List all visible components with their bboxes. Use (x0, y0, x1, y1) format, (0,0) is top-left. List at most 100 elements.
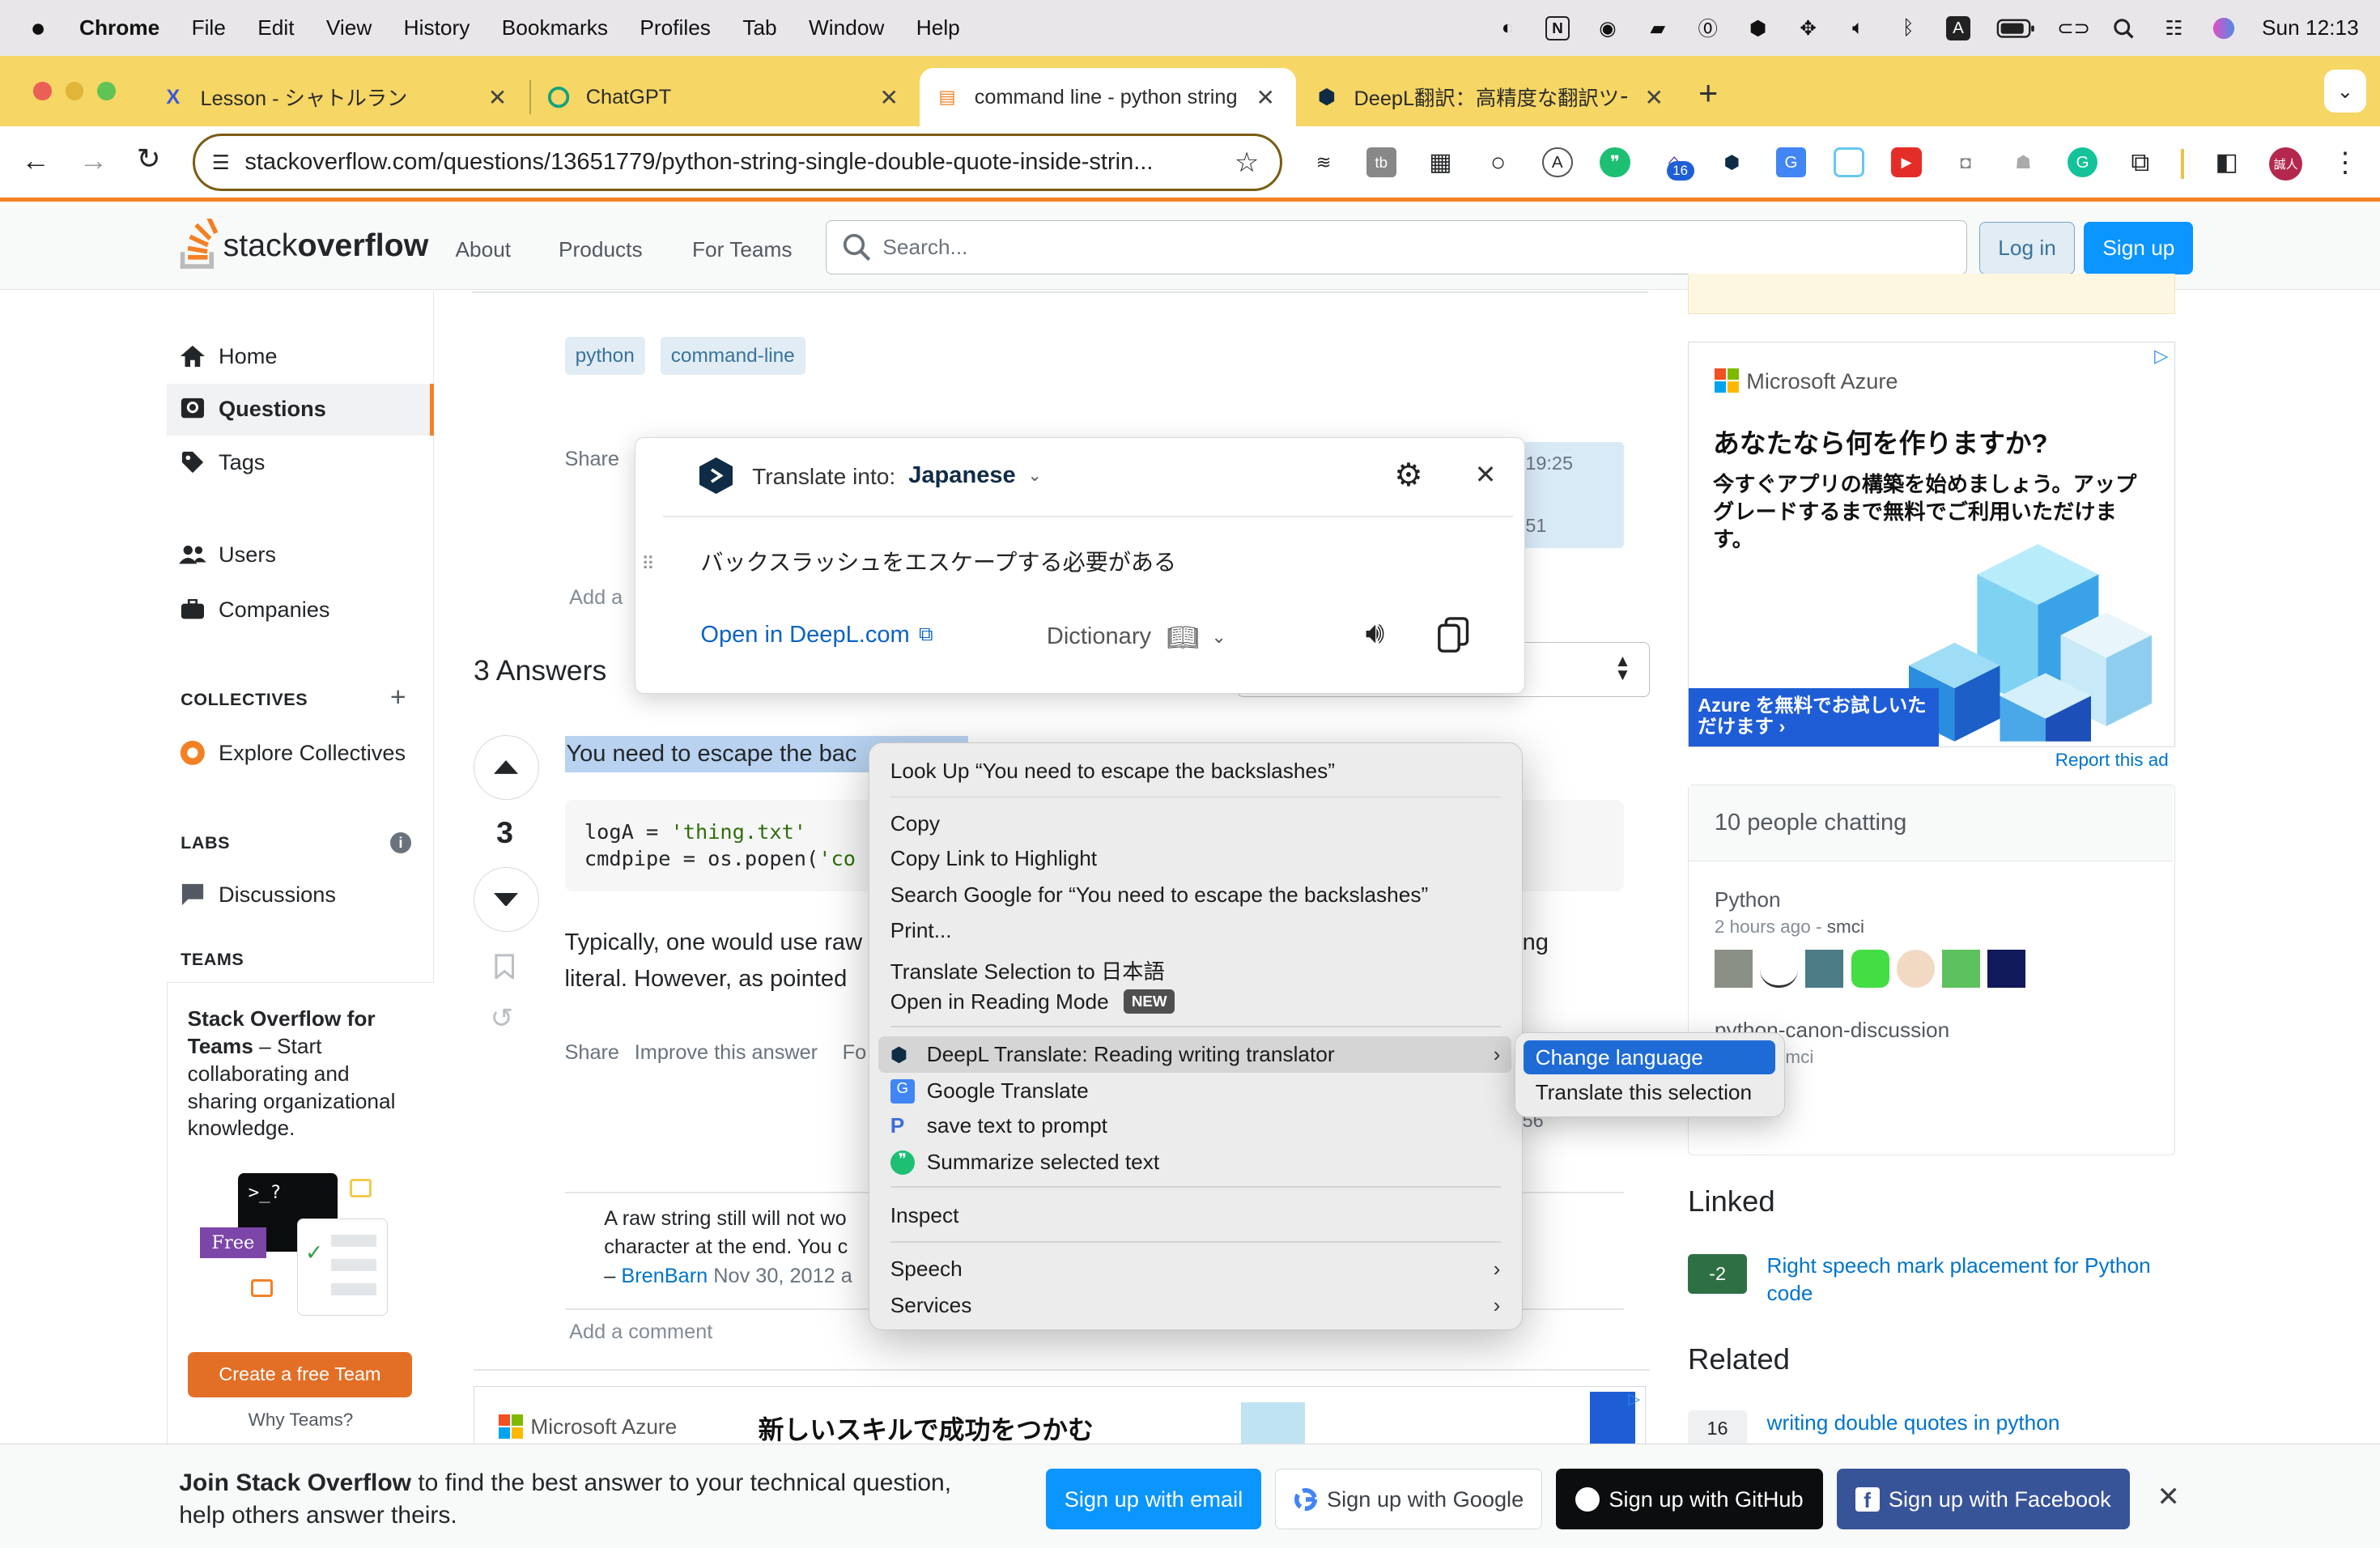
submenu-item-change-language[interactable]: Change language (1523, 1040, 1775, 1074)
open-in-deepl-link[interactable]: Open in DeepL.com ⧉ (700, 622, 933, 649)
answer-improve-link[interactable]: Improve this answer (635, 1041, 818, 1065)
ext-quote-icon[interactable]: ❞ (1600, 147, 1630, 178)
nav-about[interactable]: About (456, 237, 512, 262)
nav-home[interactable]: Home (179, 343, 277, 369)
related-question-link[interactable]: writing double quotes in python (1767, 1410, 2060, 1435)
question-add-comment[interactable]: Add a (569, 586, 623, 610)
menu-item-google-translate[interactable]: G Google Translate (890, 1078, 1089, 1104)
menubar-clock[interactable]: Sun 12:13 (2262, 15, 2359, 40)
ad-cta-bar[interactable]: Azure を無料でお試しいただけます › (1689, 688, 1940, 746)
ext-tb-icon[interactable]: tb (1366, 147, 1396, 178)
copy-icon[interactable] (1437, 617, 1470, 653)
control-center-icon[interactable]: ☷ (2161, 16, 2186, 40)
menu-item-reading-mode[interactable]: Open in Reading Mode NEW (890, 989, 1175, 1014)
ext-square-icon[interactable] (1834, 147, 1864, 178)
menu-edit[interactable]: Edit (257, 15, 294, 40)
avatar[interactable] (1851, 949, 1889, 988)
menu-view[interactable]: View (326, 15, 372, 40)
linked-question-link[interactable]: Right speech mark placement for Python c… (1767, 1252, 2177, 1308)
avatar[interactable] (1942, 949, 1980, 988)
add-collective-icon[interactable]: + (390, 682, 406, 713)
upvote-button[interactable] (474, 734, 539, 801)
menu-help[interactable]: Help (916, 15, 960, 40)
battery-icon[interactable] (1996, 16, 2036, 40)
side-panel-icon[interactable]: ◧ (2212, 147, 2242, 178)
menu-profiles[interactable]: Profiles (640, 15, 711, 40)
settings-gear-icon[interactable]: ⚙ (1394, 457, 1422, 494)
menu-file[interactable]: File (192, 15, 226, 40)
reload-button[interactable]: ↻ (137, 142, 161, 176)
tag-command-line[interactable]: command-line (660, 337, 805, 376)
tab-close-icon[interactable]: ✕ (1644, 84, 1664, 111)
spotlight-icon[interactable] (2111, 16, 2136, 40)
menu-item-search-google[interactable]: Search Google for “You need to escape th… (890, 882, 1428, 908)
tab-chatgpt[interactable]: ChatGPT ✕ (531, 68, 920, 125)
ext-robot-icon[interactable]: ☗ (2008, 147, 2039, 178)
tab-lesson[interactable]: X Lesson - シャトルラン ✕ (146, 68, 529, 125)
sidebar-ad[interactable]: Microsoft Azure ▷ あなたなら何を作りますか? 今すぐアプリの構… (1688, 341, 2175, 747)
menu-history[interactable]: History (404, 15, 470, 40)
add-comment-link[interactable]: Add a comment (569, 1320, 712, 1344)
drag-handle-icon[interactable]: ⠿ (641, 554, 654, 575)
why-teams-link[interactable]: Why Teams? (249, 1410, 354, 1431)
nav-explore-collectives[interactable]: Explore Collectives (179, 739, 406, 767)
window-minimize-button[interactable] (65, 82, 84, 100)
avatar[interactable] (1714, 949, 1753, 988)
adchoices-icon[interactable]: ▷ (2154, 346, 2168, 367)
tab-stackoverflow[interactable]: ▤ command line - python string ✕ (920, 68, 1297, 126)
tab-deepl[interactable]: ⬢ DeepL翻訳：高精度な翻訳ツール ✕ (1299, 68, 1685, 125)
signup-button[interactable]: Sign up (2084, 221, 2194, 275)
ext-a-icon[interactable]: A (1542, 147, 1573, 178)
menu-item-copy[interactable]: Copy (890, 811, 940, 836)
avatar[interactable] (1760, 949, 1798, 988)
signup-email-button[interactable]: Sign up with email (1045, 1469, 1262, 1530)
tab-close-icon[interactable]: ✕ (1256, 84, 1275, 111)
menu-window[interactable]: Window (809, 15, 884, 40)
notion-icon[interactable]: N (1545, 15, 1570, 40)
history-icon[interactable]: ↺ (491, 1002, 513, 1035)
eye-icon[interactable]: ◉ (1596, 16, 1620, 40)
dictionary-toggle[interactable]: Dictionary 📖︎ ⌄ (1047, 622, 1226, 653)
ext-youtube-icon[interactable]: ▶ (1891, 147, 1922, 178)
cursor-icon[interactable]: ✥ (1796, 16, 1820, 40)
nav-questions[interactable]: Questions (179, 396, 326, 422)
signup-github-button[interactable]: Sign up with GitHub (1555, 1469, 1823, 1530)
signup-facebook-button[interactable]: f Sign up with Facebook (1836, 1469, 2130, 1530)
apple-icon[interactable]: ● (31, 13, 46, 43)
nav-for-teams[interactable]: For Teams (692, 237, 793, 262)
search-input[interactable]: Search... (882, 235, 967, 260)
chrome-menu-icon[interactable]: ⋮ (2330, 147, 2361, 178)
menu-item-save-prompt[interactable]: P save text to prompt (890, 1113, 1107, 1138)
bookmark-star-icon[interactable]: ☆ (1235, 147, 1259, 179)
extensions-puzzle-icon[interactable]: ⧉ (2125, 147, 2156, 178)
ext-deepl-icon[interactable]: ⬢ (1717, 147, 1748, 178)
nav-users[interactable]: Users (179, 542, 276, 568)
ext-qr-icon[interactable]: ▦ (1426, 147, 1456, 178)
report-ad-link[interactable]: Report this ad (2055, 750, 2169, 771)
volume-icon[interactable]: 🔈︎ (1846, 16, 1870, 40)
input-source-icon[interactable]: A (1946, 15, 1971, 40)
chat-room-python[interactable]: Python (1715, 887, 1781, 912)
address-bar[interactable]: ☰ stackoverflow.com/questions/13651779/p… (193, 134, 1283, 192)
downvote-button[interactable] (474, 866, 539, 933)
ext-tornado-icon[interactable]: ≋ (1308, 147, 1339, 178)
comment-user-link[interactable]: BrenBarn (621, 1265, 708, 1287)
nav-tags[interactable]: Tags (179, 449, 265, 475)
display-icon[interactable]: ▰ (1646, 16, 1670, 40)
nav-companies[interactable]: Companies (179, 597, 329, 623)
labs-info-icon[interactable]: i (389, 831, 412, 853)
bluetooth-icon[interactable]: ᛒ (1896, 16, 1920, 40)
tab-close-icon[interactable]: ✕ (488, 84, 508, 111)
tab-close-icon[interactable]: ✕ (879, 84, 899, 111)
answer-share-link[interactable]: Share (565, 1041, 620, 1065)
submenu-item-translate-selection[interactable]: Translate this selection (1536, 1080, 1753, 1105)
close-banner-icon[interactable]: ✕ (2157, 1481, 2179, 1513)
new-tab-button[interactable]: + (1698, 74, 1718, 113)
window-close-button[interactable] (33, 82, 52, 100)
menu-item-services[interactable]: Services (890, 1293, 972, 1318)
ext-google-translate-icon[interactable]: G (1775, 147, 1807, 178)
bookmark-icon[interactable] (495, 953, 515, 980)
ext-camera-icon[interactable]: ◘ (1950, 147, 1981, 178)
close-popup-icon[interactable]: ✕ (1475, 459, 1497, 490)
so-search-box[interactable]: Search... (826, 219, 1967, 275)
